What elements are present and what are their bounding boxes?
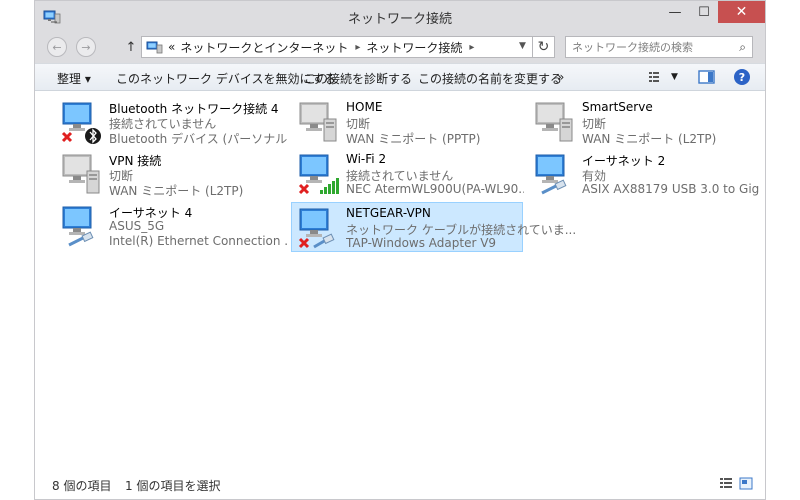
title-bar[interactable]: ネットワーク接続 — ☐ ✕ [35, 1, 765, 31]
organize-menu[interactable]: 整理 ▾ [57, 70, 91, 87]
connection-device: Bluetooth デバイス (パーソナル エリ... [109, 132, 287, 146]
connection-device: WAN ミニポート (PPTP) [346, 132, 481, 146]
vpn-connection-icon [535, 102, 573, 142]
connection-device: NEC AtermWL900U(PA-WL90... [346, 182, 524, 196]
list-item[interactable]: Bluetooth ネットワーク接続 4 接続されていません Bluetooth… [55, 97, 287, 147]
connection-name: SmartServe [582, 100, 653, 114]
large-icons-view-icon[interactable] [739, 477, 753, 490]
connection-status: ASUS_5G [109, 219, 165, 233]
status-bar: 8 個の項目 1 個の項目を選択 [35, 469, 765, 499]
address-history-dropdown-icon[interactable]: ▼ [519, 41, 526, 51]
selection-count: 1 個の項目を選択 [125, 479, 221, 493]
minimize-button[interactable]: — [661, 1, 689, 23]
breadcrumb-network-internet[interactable]: ネットワークとインターネット [180, 39, 348, 56]
window-title: ネットワーク接続 [347, 12, 452, 27]
connection-device: WAN ミニポート (L2TP) [582, 132, 717, 146]
item-count: 8 個の項目 [52, 479, 112, 493]
vpn-connection-icon [62, 154, 100, 194]
vpn-connection-icon [299, 102, 337, 142]
address-bar[interactable]: « ネットワークとインターネット ▸ ネットワーク接続 ▸ [141, 36, 533, 58]
search-placeholder: ネットワーク接続の検索 [572, 41, 693, 54]
connection-name: Wi-Fi 2 [346, 152, 387, 166]
refresh-button[interactable]: ↻ [533, 36, 555, 58]
address-row: ← → ↑ « ネットワークとインターネット ▸ ネットワーク接続 ▸ ▼ ↻ … [35, 31, 765, 63]
network-disconnected-bluetooth-icon [61, 102, 101, 144]
breadcrumb-separator-icon[interactable]: ▸ [355, 42, 360, 53]
command-bar: 整理 ▾ このネットワーク デバイスを無効にする この接続を診断する この接続の… [35, 63, 765, 91]
disable-device-button[interactable]: このネットワーク デバイスを無効にする [116, 70, 336, 87]
breadcrumb-overflow[interactable]: « [168, 40, 175, 54]
search-icon[interactable]: ⌕ [739, 40, 746, 55]
list-item[interactable]: HOME 切断 WAN ミニポート (PPTP) [292, 97, 524, 147]
connection-device: WAN ミニポート (L2TP) [109, 184, 244, 198]
connection-name: NETGEAR-VPN [346, 206, 431, 220]
connection-list: Bluetooth ネットワーク接続 4 接続されていません Bluetooth… [35, 91, 765, 469]
list-item[interactable]: Wi-Fi 2 接続されていません NEC AtermWL900U(PA-WL9… [292, 149, 524, 199]
change-view-icon[interactable] [647, 69, 667, 85]
view-options-dropdown-icon[interactable]: ▼ [671, 72, 678, 82]
network-folder-icon [146, 41, 163, 54]
list-item[interactable]: NETGEAR-VPN ネットワーク ケーブルが接続されていま... TAP-W… [291, 202, 576, 252]
close-button[interactable]: ✕ [718, 1, 765, 23]
list-item[interactable]: イーサネット 4 ASUS_5G Intel(R) Ethernet Conne… [55, 201, 287, 251]
list-item[interactable]: SmartServe 切断 WAN ミニポート (L2TP) [528, 97, 760, 147]
breadcrumb-separator-icon[interactable]: ▸ [469, 42, 474, 53]
list-item[interactable]: VPN 接続 切断 WAN ミニポート (L2TP) [55, 149, 287, 199]
more-commands-button[interactable]: » [557, 70, 564, 84]
connection-name: HOME [346, 100, 383, 114]
ethernet-disconnected-icon [298, 208, 335, 249]
list-item[interactable]: イーサネット 2 有効 ASIX AX88179 USB 3.0 to Gig.… [528, 149, 760, 199]
help-icon[interactable]: ? [734, 69, 750, 85]
explorer-window: ネットワーク接続 — ☐ ✕ ← → ↑ « ネットワークとインターネット ▸ … [34, 0, 766, 500]
maximize-button[interactable]: ☐ [690, 1, 718, 23]
back-button[interactable]: ← [47, 37, 67, 57]
details-view-icon[interactable] [719, 477, 733, 490]
up-button[interactable]: ↑ [121, 37, 141, 57]
connection-device: TAP-Windows Adapter V9 [346, 236, 497, 250]
rename-button[interactable]: この接続の名前を変更する [418, 70, 562, 87]
forward-button[interactable]: → [76, 37, 96, 57]
preview-pane-icon[interactable] [697, 69, 717, 85]
ethernet-icon [62, 206, 94, 247]
diagnose-button[interactable]: この接続を診断する [304, 70, 412, 87]
connection-device: Intel(R) Ethernet Connection ... [109, 234, 287, 248]
breadcrumb-network-connections[interactable]: ネットワーク接続 [366, 39, 462, 56]
search-input[interactable]: ネットワーク接続の検索 ⌕ [565, 36, 753, 58]
connection-device: ASIX AX88179 USB 3.0 to Gig... [582, 182, 760, 196]
ethernet-icon [535, 154, 567, 195]
wifi-disconnected-icon [298, 154, 339, 195]
